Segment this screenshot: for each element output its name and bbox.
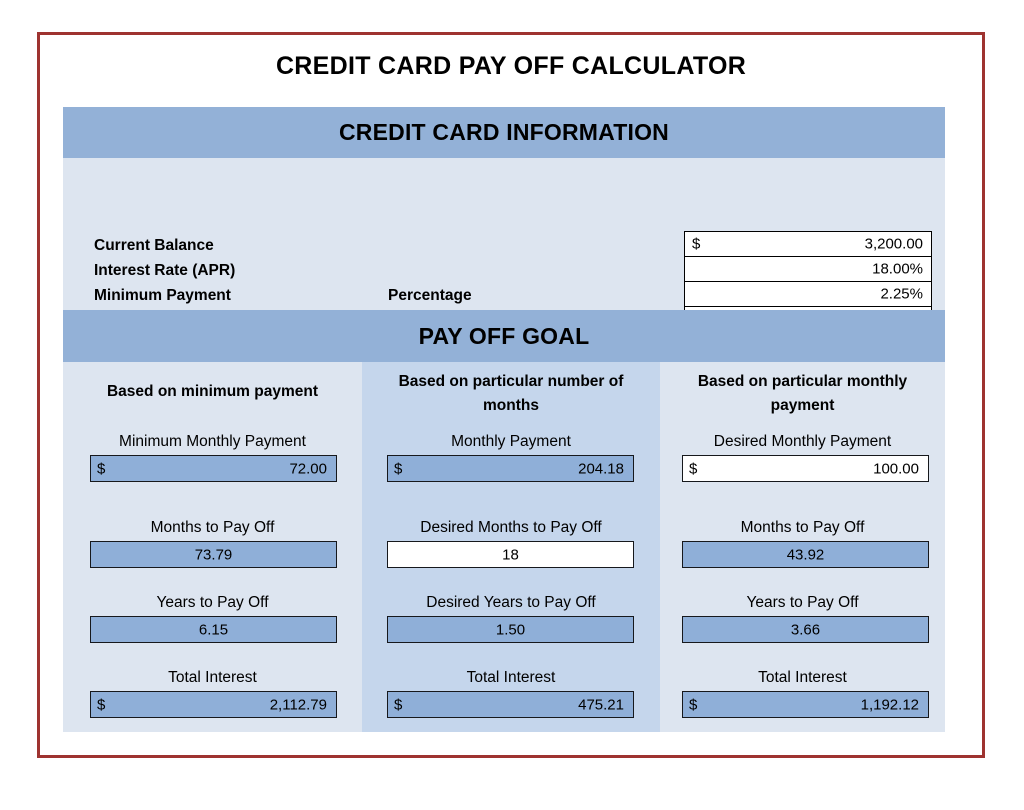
pay-off-goal-columns: Based on minimum payment Minimum Monthly… — [63, 362, 945, 732]
input-desired-months-to-pay-off-value: 18 — [502, 546, 519, 563]
input-desired-monthly-payment-value: 100.00 — [873, 460, 919, 477]
currency-symbol: $ — [692, 235, 701, 253]
label-months-to-pay-off: Months to Pay Off — [740, 519, 865, 536]
cell-total-interest: $ 1,192.12 — [682, 691, 929, 718]
cell-monthly-payment: $ 204.18 — [387, 455, 634, 482]
input-current-balance[interactable]: $ 3,200.00 — [685, 232, 931, 257]
input-minimum-payment-percentage-value: 2.25% — [880, 285, 923, 303]
credit-card-information-header: CREDIT CARD INFORMATION — [63, 107, 945, 158]
cell-months-to-pay-off-value: 73.79 — [194, 546, 233, 563]
credit-card-information-title: CREDIT CARD INFORMATION — [339, 119, 669, 145]
cell-total-interest-value: 1,192.12 — [860, 696, 919, 713]
cell-months-to-pay-off: 73.79 — [90, 541, 337, 568]
label-current-balance: Current Balance — [94, 237, 214, 254]
currency-symbol: $ — [97, 696, 106, 713]
input-desired-monthly-payment[interactable]: $ 100.00 — [682, 455, 929, 482]
cell-years-to-pay-off: 3.66 — [682, 616, 929, 643]
label-interest-rate: Interest Rate (APR) — [94, 262, 236, 279]
label-total-interest: Total Interest — [168, 669, 257, 686]
pay-off-goal-title: PAY OFF GOAL — [418, 322, 590, 349]
input-desired-months-to-pay-off[interactable]: 18 — [387, 541, 634, 568]
input-minimum-payment-percentage[interactable]: 2.25% — [685, 282, 931, 307]
currency-symbol: $ — [97, 460, 106, 477]
input-interest-rate[interactable]: 18.00% — [685, 257, 931, 282]
page-title: CREDIT CARD PAY OFF CALCULATOR — [275, 52, 747, 80]
label-desired-months-to-pay-off: Desired Months to Pay Off — [420, 519, 602, 536]
currency-symbol: $ — [394, 460, 403, 477]
calculator-page: CREDIT CARD PAY OFF CALCULATOR CREDIT CA… — [0, 0, 1024, 810]
cell-minimum-monthly-payment-value: 72.00 — [289, 460, 327, 477]
column-minimum-payment-title: Based on minimum payment — [106, 383, 318, 400]
currency-symbol: $ — [689, 696, 698, 713]
cell-years-to-pay-off: 6.15 — [90, 616, 337, 643]
label-minimum-monthly-payment: Minimum Monthly Payment — [119, 433, 306, 450]
cell-months-to-pay-off: 43.92 — [682, 541, 929, 568]
label-desired-monthly-payment: Desired Monthly Payment — [713, 433, 892, 450]
credit-card-information-section: Current Balance Interest Rate (APR) Mini… — [63, 158, 945, 333]
cell-years-to-pay-off-value: 6.15 — [198, 621, 229, 638]
column-particular-monthly-payment: Based on particular monthly payment Desi… — [660, 362, 945, 732]
currency-symbol: $ — [394, 696, 403, 713]
label-months-to-pay-off: Months to Pay Off — [150, 519, 275, 536]
label-monthly-payment: Monthly Payment — [451, 433, 571, 450]
cell-total-interest: $ 475.21 — [387, 691, 634, 718]
label-years-to-pay-off: Years to Pay Off — [156, 594, 269, 611]
cell-total-interest-value: 475.21 — [578, 696, 624, 713]
pay-off-goal-header: PAY OFF GOAL — [63, 310, 945, 362]
cell-desired-years-to-pay-off-value: 1.50 — [495, 621, 526, 638]
label-total-interest: Total Interest — [758, 669, 847, 686]
label-desired-years-to-pay-off: Desired Years to Pay Off — [426, 594, 596, 611]
input-current-balance-value: 3,200.00 — [864, 235, 923, 253]
cell-total-interest-value: 2,112.79 — [269, 696, 327, 713]
cell-desired-years-to-pay-off: 1.50 — [387, 616, 634, 643]
cell-minimum-monthly-payment: $ 72.00 — [90, 455, 337, 482]
label-percentage: Percentage — [388, 287, 472, 304]
column-particular-number-of-months: Based on particular number of months Mon… — [362, 362, 660, 732]
cell-total-interest: $ 2,112.79 — [90, 691, 337, 718]
column-particular-monthly-payment-title: Based on particular monthly payment — [697, 373, 908, 415]
calculator-sheet: CREDIT CARD INFORMATION Current Balance … — [63, 107, 945, 732]
cell-months-to-pay-off-value: 43.92 — [786, 546, 825, 563]
label-total-interest: Total Interest — [466, 669, 556, 686]
currency-symbol: $ — [689, 460, 698, 477]
cell-years-to-pay-off-value: 3.66 — [790, 621, 821, 638]
column-minimum-payment: Based on minimum payment Minimum Monthly… — [63, 362, 362, 732]
label-minimum-payment: Minimum Payment — [94, 287, 231, 304]
cell-monthly-payment-value: 204.18 — [578, 460, 624, 477]
input-interest-rate-value: 18.00% — [872, 260, 923, 278]
label-years-to-pay-off: Years to Pay Off — [746, 594, 859, 611]
column-particular-number-of-months-title: Based on particular number of months — [398, 373, 624, 415]
